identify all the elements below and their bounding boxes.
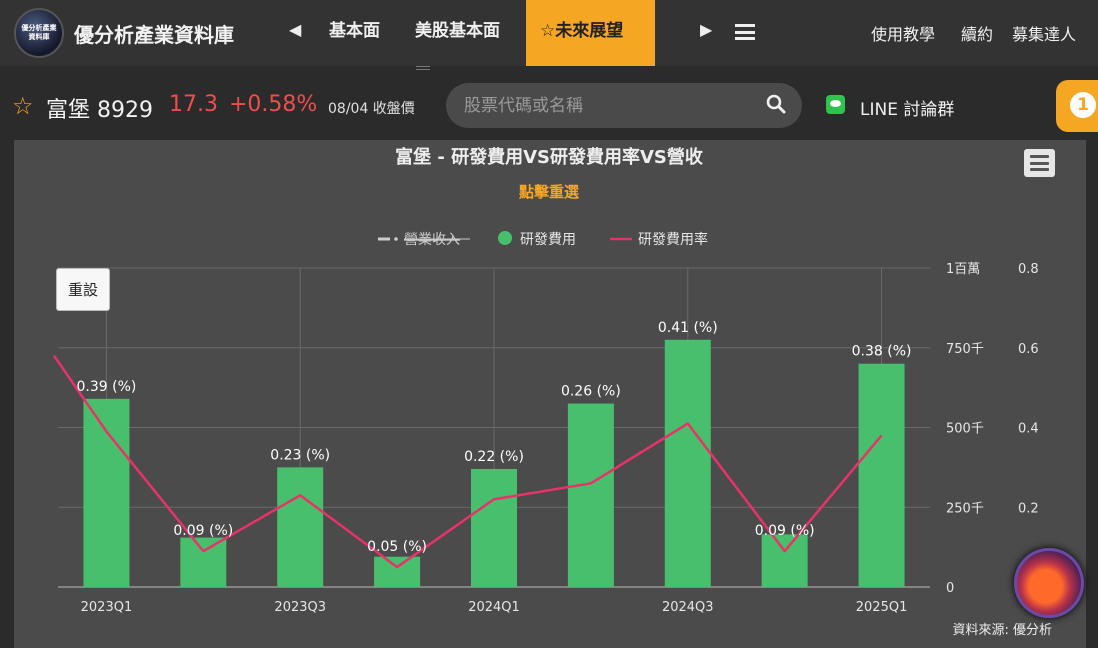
legend-rd-expense-dot-icon — [498, 231, 512, 245]
x-axis-tick-label: 2025Q1 — [856, 600, 908, 615]
rd-rate-data-label: 0.09 (%) — [755, 523, 815, 539]
legend-item-revenue[interactable]: 營業收入 — [378, 232, 470, 248]
rd-rate-data-label: 0.26 (%) — [561, 384, 621, 400]
chart-title: 富堡 - 研發費用VS研發費用率VS營收 — [395, 146, 703, 168]
left-axis-tick-label: 250千 — [946, 501, 984, 516]
rd-rate-data-label: 0.41 (%) — [658, 320, 718, 336]
x-axis-tick-label: 2023Q1 — [81, 600, 133, 615]
legend-revenue-label: 營業收入 — [404, 232, 460, 248]
chart-menu-button[interactable] — [1024, 149, 1055, 177]
reset-zoom-button[interactable]: 重設 — [56, 268, 110, 311]
rd-expense-bar — [83, 398, 130, 587]
left-axis-tick-label: 0 — [946, 581, 954, 596]
right-axis-tick-label: 0.6 — [1018, 342, 1039, 357]
right-axis-tick-label: 0.8 — [1018, 262, 1039, 277]
left-axis-tick-label: 500千 — [946, 422, 984, 437]
rd-rate-data-label: 0.38 (%) — [852, 344, 912, 360]
x-axis-ticks: 2023Q1 2023Q3 2024Q1 2024Q3 2025Q1 — [81, 600, 908, 615]
menu-line-icon — [1030, 168, 1049, 171]
rd-expense-bar — [858, 363, 905, 587]
x-axis-tick-label: 2024Q1 — [468, 600, 520, 615]
x-axis-tick-label: 2024Q3 — [662, 600, 714, 615]
assistant-orb-icon[interactable] — [1014, 548, 1084, 618]
legend-item-rd-expense[interactable]: 研發費用 — [498, 231, 576, 248]
right-axis-tick-label: 0.4 — [1018, 422, 1039, 437]
menu-line-icon — [1030, 161, 1049, 165]
x-axis-tick-label: 2023Q3 — [274, 600, 326, 615]
rd-expense-bar — [374, 556, 421, 587]
chart-subtitle-reselect[interactable]: 點擊重選 — [519, 183, 579, 201]
rd-expense-bar — [277, 467, 324, 587]
rd-expense-bar — [761, 534, 808, 587]
rd-rate-data-label: 0.09 (%) — [173, 523, 233, 539]
rd-expense-bar — [664, 339, 711, 587]
rd-rate-data-label: 0.05 (%) — [367, 539, 427, 555]
legend-rd-expense-label: 研發費用 — [520, 232, 576, 248]
rd-expense-bar — [180, 537, 227, 587]
rd-rate-data-label: 0.22 (%) — [464, 449, 524, 465]
rd-expense-chart: 富堡 - 研發費用VS研發費用率VS營收 點擊重選 營業收入 研發費用 研發費用… — [52, 146, 1052, 638]
rd-rate-data-label: 0.39 (%) — [77, 379, 137, 395]
legend-revenue-dot-icon — [394, 237, 398, 241]
rd-expense-bar — [471, 468, 517, 587]
chart-legend: 營業收入 研發費用 研發費用率 — [378, 231, 708, 248]
left-axis-ticks: 0 250千 500千 750千 1百萬 — [946, 262, 984, 596]
right-axis-tick-label: 0.2 — [1018, 501, 1039, 516]
left-axis-tick-label: 750千 — [946, 342, 984, 357]
right-axis-ticks: 00.20.40.60.8 — [1018, 262, 1039, 596]
legend-item-rd-rate[interactable]: 研發費用率 — [610, 231, 708, 248]
legend-rd-rate-label: 研發費用率 — [638, 231, 708, 248]
data-source-label: 資料來源: 優分析 — [952, 623, 1052, 638]
rd-expense-bar — [567, 403, 614, 587]
menu-line-icon — [1030, 155, 1049, 158]
left-axis-tick-label: 1百萬 — [946, 262, 980, 277]
rd-rate-data-label: 0.23 (%) — [270, 447, 330, 463]
